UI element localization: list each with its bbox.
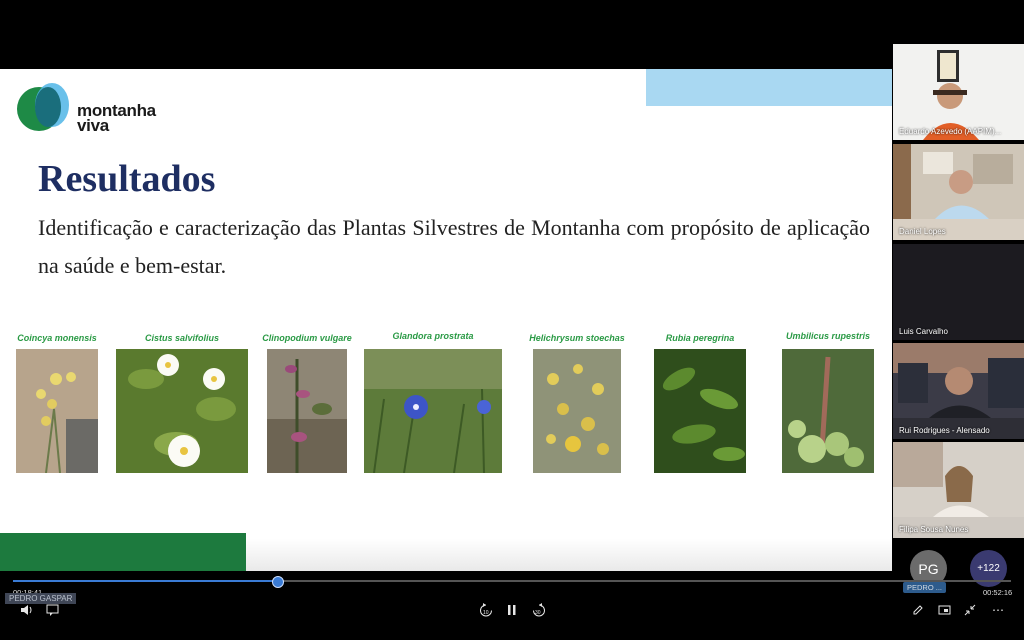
- presentation-slide: montanha viva Resultados Identificação e…: [0, 69, 892, 571]
- slide-accent-bar: [646, 69, 892, 106]
- plant-name: Coincya monensis: [17, 333, 97, 343]
- participant-tile[interactable]: Daniel Lopes: [893, 144, 1024, 240]
- more-icon[interactable]: ⋯: [992, 604, 1004, 616]
- plant-name: Glandora prostrata: [392, 331, 474, 341]
- total-time: 00:52:16: [983, 588, 1013, 597]
- forward-30-icon[interactable]: 30: [531, 603, 547, 620]
- pause-icon[interactable]: [507, 604, 517, 619]
- participant-video: [893, 44, 1024, 140]
- montanha-viva-logo: montanha viva: [17, 81, 187, 141]
- presenter-avatar-label: PEDRO ...: [903, 582, 947, 593]
- participant-name: Eduardo Azevedo (AAPIM)...: [899, 127, 1002, 136]
- plant-card: Rubia peregrina: [654, 333, 746, 475]
- slide-title: Resultados: [38, 158, 216, 200]
- participant-name: Daniel Lopes: [899, 227, 946, 236]
- volume-icon[interactable]: [20, 604, 33, 619]
- plant-name: Cistus salvifolius: [144, 333, 220, 343]
- plant-photo: [533, 349, 621, 473]
- plant-card: Clinopodium vulgare: [262, 333, 352, 475]
- rewind-10-icon[interactable]: 10: [478, 603, 494, 620]
- slide-footer-fade: [246, 539, 892, 571]
- plant-photo: [654, 349, 746, 473]
- plant-photo: [267, 349, 347, 473]
- screen-icon[interactable]: [938, 604, 951, 619]
- plant-photo: [364, 349, 502, 473]
- presenter-name-tag: PEDRO GASPAR: [5, 593, 77, 604]
- pen-icon[interactable]: [912, 604, 924, 619]
- participant-video: [893, 144, 1024, 219]
- plant-name: Umbilicus rupestris: [785, 331, 871, 341]
- plant-card: Umbilicus rupestris: [782, 331, 874, 475]
- plant-name: Clinopodium vulgare: [262, 333, 352, 343]
- plant-name: Rubia peregrina: [665, 333, 735, 343]
- participant-name: Rui Rodrigues - Alensado: [899, 426, 990, 435]
- plant-name: Helichrysum stoechas: [529, 333, 625, 343]
- plant-card: Coincya monensis: [16, 333, 98, 475]
- participant-tile[interactable]: Eduardo Azevedo (AAPIM)...: [893, 44, 1024, 140]
- participant-name: Luis Carvalho: [899, 327, 948, 336]
- plant-card: Helichrysum stoechas: [529, 333, 625, 475]
- participant-tile[interactable]: Luis Carvalho: [893, 244, 1024, 340]
- brand-line-2: viva: [77, 116, 109, 135]
- slide-subtitle: Identificação e caracterização das Plant…: [38, 215, 870, 278]
- participant-name: Filipa Sousa Nunes: [899, 525, 969, 534]
- plant-photo: [16, 349, 98, 473]
- captions-icon[interactable]: [46, 604, 59, 619]
- participant-video: [893, 442, 1024, 517]
- exit-fullscreen-icon[interactable]: [964, 604, 976, 619]
- participant-video: [893, 343, 1024, 418]
- plant-card: Glandora prostrata: [364, 331, 502, 475]
- plant-photo: [116, 349, 248, 473]
- forward-label: 30: [535, 610, 541, 616]
- slide-footer-bar: [0, 533, 246, 571]
- plant-photo: [782, 349, 874, 473]
- participant-tile[interactable]: Filipa Sousa Nunes: [893, 442, 1024, 538]
- rewind-label: 10: [483, 610, 489, 616]
- progress-fill: [13, 580, 277, 582]
- participant-tile[interactable]: Rui Rodrigues - Alensado: [893, 343, 1024, 439]
- plant-card: Cistus salvifolius: [116, 333, 248, 475]
- progress-handle[interactable]: [272, 576, 284, 588]
